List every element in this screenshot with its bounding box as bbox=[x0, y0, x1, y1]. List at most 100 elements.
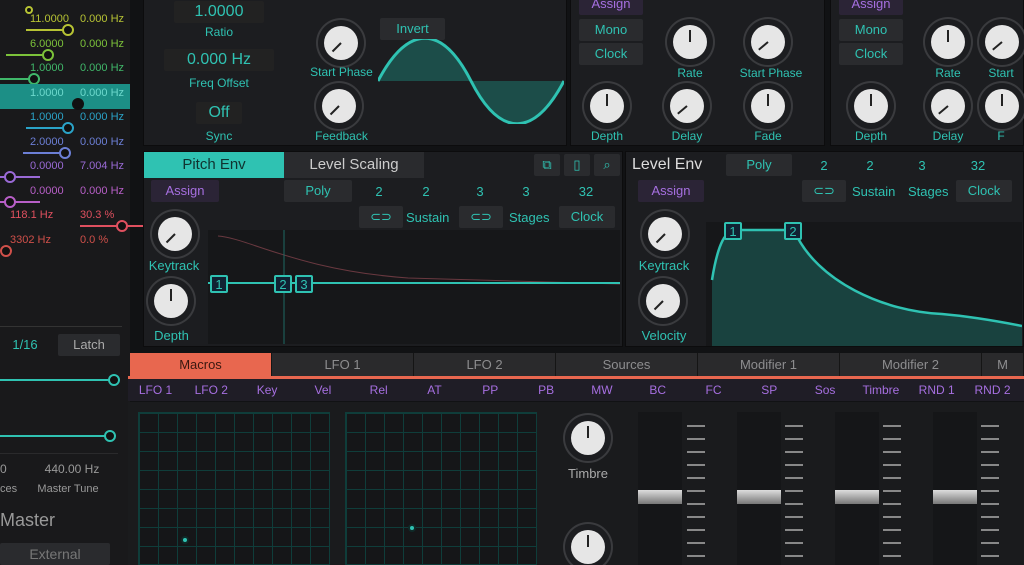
lfo1-mono-button[interactable]: Mono bbox=[579, 19, 643, 41]
stages-loop-icon[interactable]: ⊂⊃ bbox=[459, 206, 503, 228]
slider-1[interactable] bbox=[0, 379, 112, 381]
level-num-1[interactable]: 2 bbox=[814, 158, 834, 173]
tab-m[interactable]: M bbox=[982, 353, 1024, 376]
mod-source-pb[interactable]: PB bbox=[519, 380, 574, 400]
tab-modifier-1[interactable]: Modifier 1 bbox=[698, 353, 840, 376]
tab-lfo-1[interactable]: LFO 1 bbox=[272, 353, 414, 376]
mod-row-freq[interactable]: 0.000 Hz bbox=[80, 38, 124, 50]
lfo1-depth-knob[interactable] bbox=[590, 89, 624, 123]
pitch-clock-button[interactable]: Clock bbox=[559, 206, 615, 228]
fader-cap[interactable] bbox=[835, 490, 879, 504]
tab-pitch-env[interactable]: Pitch Env bbox=[144, 152, 284, 178]
mod-row[interactable]: 1.0000 0.000 Hz bbox=[0, 108, 130, 134]
mod-row-freq[interactable]: 0.000 Hz bbox=[80, 13, 124, 25]
mod-source-pp[interactable]: PP bbox=[463, 380, 518, 400]
mod-row-value[interactable]: 1.0000 bbox=[30, 87, 64, 99]
lfo2-rate-knob[interactable] bbox=[931, 25, 965, 59]
pitch-num-5[interactable]: 32 bbox=[574, 184, 598, 199]
mod-row-value[interactable]: 0.0000 bbox=[30, 185, 64, 197]
pitch-num-4[interactable]: 3 bbox=[516, 184, 536, 199]
sustain-loop-icon[interactable]: ⊂⊃ bbox=[359, 206, 403, 228]
mod-source-at[interactable]: AT bbox=[407, 380, 462, 400]
lfo1-delay-knob[interactable] bbox=[670, 89, 704, 123]
mod-row-freq[interactable]: 0.000 Hz bbox=[80, 62, 124, 74]
level-sustain-loop-icon[interactable]: ⊂⊃ bbox=[802, 180, 846, 202]
xy-pad-1-handle[interactable] bbox=[181, 536, 189, 544]
mod-row[interactable]: 11.0000 0.000 Hz bbox=[0, 10, 130, 36]
mod-source-timbre[interactable]: Timbre bbox=[853, 380, 908, 400]
start-phase-knob[interactable] bbox=[324, 26, 358, 60]
rate-value[interactable]: 1/16 bbox=[5, 337, 45, 352]
depth-knob[interactable] bbox=[154, 284, 188, 318]
lfo1-fade-knob[interactable] bbox=[751, 89, 785, 123]
feedback-knob[interactable] bbox=[322, 89, 356, 123]
mod-source-rel[interactable]: Rel bbox=[351, 380, 406, 400]
env-node-2[interactable]: 2 bbox=[274, 275, 292, 293]
pitch-num-1[interactable]: 2 bbox=[369, 184, 389, 199]
xy-pad-2[interactable] bbox=[345, 412, 537, 565]
mod-row-handle[interactable] bbox=[0, 244, 12, 257]
level-node-2[interactable]: 2 bbox=[784, 222, 802, 240]
mod-row-value[interactable]: 2.0000 bbox=[30, 136, 64, 148]
invert-button[interactable]: Invert bbox=[380, 18, 445, 40]
ratio-value[interactable]: 1.0000 bbox=[174, 1, 264, 23]
freq-offset-value[interactable]: 0.000 Hz bbox=[164, 49, 274, 71]
slider-2[interactable] bbox=[0, 435, 108, 437]
lfo2-depth-knob[interactable] bbox=[854, 89, 888, 123]
mod-source-rnd-1[interactable]: RND 1 bbox=[909, 380, 964, 400]
env-node-1[interactable]: 1 bbox=[210, 275, 228, 293]
macro-knob-2[interactable] bbox=[571, 530, 605, 564]
macro-fader-3[interactable] bbox=[835, 412, 879, 565]
level-node-1[interactable]: 1 bbox=[724, 222, 742, 240]
pitch-assign-button[interactable]: Assign bbox=[151, 180, 219, 202]
mod-source-vel[interactable]: Vel bbox=[295, 380, 350, 400]
fader-cap[interactable] bbox=[933, 490, 977, 504]
mod-row[interactable]: 0.0000 0.000 Hz bbox=[0, 182, 130, 208]
mod-row[interactable]: 3302 Hz 0.0 % bbox=[0, 231, 130, 257]
slider-1-handle[interactable] bbox=[108, 374, 120, 386]
lfo2-assign-button[interactable]: Assign bbox=[839, 0, 903, 15]
pitch-num-3[interactable]: 3 bbox=[470, 184, 490, 199]
mod-row-freq[interactable]: 7.004 Hz bbox=[80, 160, 124, 172]
copy-icon[interactable]: ⧉ bbox=[534, 154, 560, 176]
lfo1-start-phase-knob[interactable] bbox=[751, 25, 785, 59]
mod-source-lfo-2[interactable]: LFO 2 bbox=[184, 380, 239, 400]
slider-2-handle[interactable] bbox=[104, 430, 116, 442]
mod-row-freq[interactable]: 30.3 % bbox=[80, 209, 114, 221]
mod-source-sos[interactable]: Sos bbox=[798, 380, 853, 400]
level-poly-button[interactable]: Poly bbox=[726, 154, 792, 176]
voices-value[interactable]: 0 bbox=[0, 462, 7, 476]
lfo2-start-phase-knob[interactable] bbox=[985, 25, 1019, 59]
level-clock-button[interactable]: Clock bbox=[956, 180, 1012, 202]
mod-source-key[interactable]: Key bbox=[240, 380, 295, 400]
mod-row[interactable]: 6.0000 0.000 Hz bbox=[0, 35, 130, 61]
mod-source-fc[interactable]: FC bbox=[686, 380, 741, 400]
level-num-2[interactable]: 2 bbox=[860, 158, 880, 173]
tab-modifier-2[interactable]: Modifier 2 bbox=[840, 353, 982, 376]
latch-button[interactable]: Latch bbox=[58, 334, 120, 356]
tab-lfo-2[interactable]: LFO 2 bbox=[414, 353, 556, 376]
mod-source-mw[interactable]: MW bbox=[574, 380, 629, 400]
mod-row-slider[interactable] bbox=[6, 53, 46, 56]
mod-source-rnd-2[interactable]: RND 2 bbox=[965, 380, 1020, 400]
mod-row-value[interactable]: 6.0000 bbox=[30, 38, 64, 50]
mod-row-freq[interactable]: 0.0 % bbox=[80, 234, 108, 246]
mod-row-value[interactable]: 118.1 Hz bbox=[10, 209, 53, 221]
mod-row[interactable]: 0.0000 7.004 Hz bbox=[0, 157, 130, 183]
fader-cap[interactable] bbox=[737, 490, 781, 504]
mod-source-bc[interactable]: BC bbox=[630, 380, 685, 400]
pitch-env-graph[interactable]: 1 2 3 bbox=[208, 230, 621, 344]
xy-pad-1[interactable] bbox=[138, 412, 330, 565]
keytrack-knob[interactable] bbox=[158, 217, 192, 251]
mod-source-sp[interactable]: SP bbox=[742, 380, 797, 400]
mod-row-value[interactable]: 0.0000 bbox=[30, 160, 64, 172]
paste-icon[interactable]: ▯ bbox=[564, 154, 590, 176]
velocity-knob[interactable] bbox=[646, 284, 680, 318]
mod-row-slider[interactable] bbox=[23, 151, 63, 154]
level-env-graph[interactable]: 1 2 bbox=[706, 222, 1023, 346]
lfo2-clock-button[interactable]: Clock bbox=[839, 43, 903, 65]
lfo2-fade-knob[interactable] bbox=[985, 89, 1019, 123]
master-tune-value[interactable]: 440.00 Hz bbox=[32, 462, 112, 476]
mod-row[interactable]: 2.0000 0.000 Hz bbox=[0, 133, 130, 159]
fader-cap[interactable] bbox=[638, 490, 682, 504]
